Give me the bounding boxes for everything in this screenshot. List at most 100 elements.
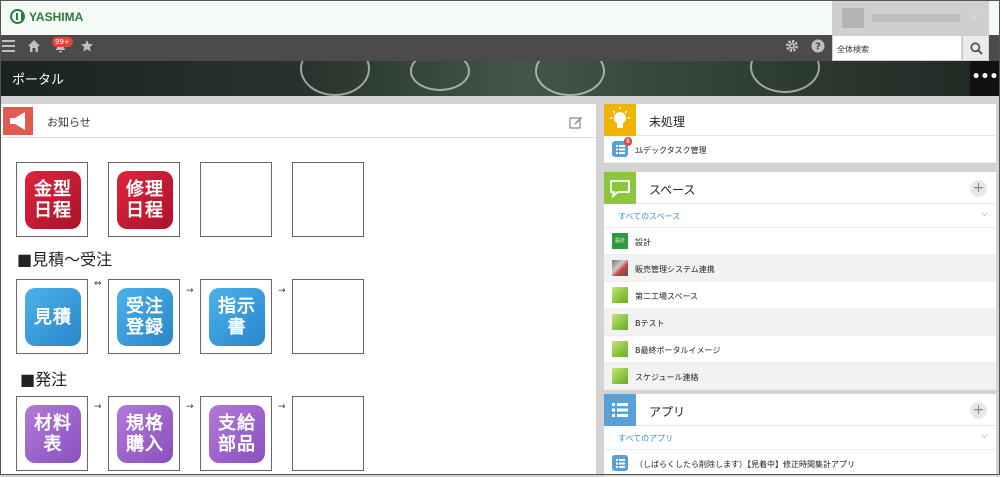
search-button[interactable] — [962, 35, 989, 61]
tile-label: 日程 — [126, 200, 164, 221]
repair-schedule-icon: 修理 日程 — [117, 171, 173, 229]
add-app-button[interactable]: + — [970, 402, 987, 419]
search-icon — [970, 42, 983, 55]
spaces-title: スペース — [649, 183, 696, 197]
more-menu-button[interactable]: ••• — [970, 61, 1000, 96]
space-icon: 設計 — [612, 233, 628, 249]
list-item[interactable]: B最終ポータルイメージ — [604, 336, 996, 363]
space-icon — [612, 287, 628, 303]
spaces-panel: スペース + すべてのスペース ⌵ 設計 設計 販売管理システム連携 第二工場ス… — [604, 172, 996, 390]
space-icon — [612, 260, 628, 276]
list-icon — [604, 394, 636, 426]
list-item-label: B最終ポータルイメージ — [635, 346, 721, 355]
tile-instruction-sheet[interactable]: 指示書 — [200, 279, 272, 354]
apps-header: アプリ + — [604, 394, 996, 426]
top-bar: YASHIMA ⌵ — [0, 0, 1000, 35]
all-spaces-link[interactable]: すべてのスペース ⌵ — [604, 204, 996, 228]
arrow: ⇔ — [94, 279, 102, 289]
tile-label: 修理 — [126, 179, 164, 200]
list-item-label: スケジュール連絡 — [635, 373, 699, 382]
tile-empty[interactable] — [200, 162, 272, 237]
unprocessed-panel: 未処理 8 ﾕﾑデックタスク管理 — [604, 104, 996, 163]
arrow: → — [278, 286, 286, 296]
section-estimate-heading: ■見積～受注 — [17, 250, 113, 269]
star-icon[interactable] — [80, 39, 94, 57]
tile-empty[interactable] — [292, 396, 364, 471]
arrow: → — [94, 402, 102, 412]
chevron-down-icon: ⌵ — [970, 9, 979, 22]
avatar — [842, 8, 864, 28]
arrow: → — [186, 286, 194, 296]
list-item[interactable]: （しばらくしたら削除します）【見着中】修正時間集計アプリ — [604, 450, 996, 477]
space-icon — [612, 314, 628, 330]
all-apps-label: すべてのアプリ — [618, 434, 674, 443]
right-column: 未処理 8 ﾕﾑデックタスク管理 スペース + すべてのスペース ⌵ 設計 設計 — [604, 104, 996, 477]
material-list-icon: 材料表 — [25, 405, 81, 463]
all-spaces-label: すべてのスペース — [618, 212, 681, 221]
user-menu[interactable]: ⌵ — [832, 0, 989, 35]
page-title: ポータル — [12, 73, 65, 88]
tile-label: 書 — [227, 317, 247, 338]
list-app-icon — [612, 455, 628, 471]
supplied-parts-icon: 支給 部品 — [209, 405, 265, 463]
all-apps-link[interactable]: すべてのアプリ ⌵ — [604, 426, 996, 450]
apps-title: アプリ — [649, 405, 686, 419]
notice-title: お知らせ — [47, 116, 91, 129]
list-item[interactable]: 販売管理システム連携 — [604, 255, 996, 282]
mold-schedule-icon: 金型 日程 — [25, 171, 81, 229]
tile-material-list[interactable]: 材料表 — [16, 396, 88, 471]
estimate-icon: 見積 — [25, 288, 81, 346]
chevron-down-icon[interactable]: ⌵ — [981, 209, 988, 219]
tile-label: 材料 — [34, 413, 72, 434]
list-item[interactable]: スケジュール連絡 — [604, 363, 996, 390]
order-entry-icon: 受注 登録 — [117, 288, 173, 346]
help-icon[interactable]: ? — [811, 39, 825, 57]
list-item[interactable]: 第二工場スペース — [604, 282, 996, 309]
company-logo[interactable]: YASHIMA — [10, 9, 83, 24]
list-item-label: 販売管理システム連携 — [635, 265, 715, 274]
lightbulb-icon — [604, 104, 636, 136]
tile-estimate[interactable]: 見積 — [16, 279, 88, 354]
unprocessed-header: 未処理 — [604, 104, 996, 136]
edit-icon[interactable] — [569, 114, 583, 133]
tile-label: 支給 — [218, 413, 256, 434]
tile-standard-purchase[interactable]: 規格 購入 — [108, 396, 180, 471]
tile-label: 表 — [43, 434, 63, 455]
portal-banner: ポータル ••• — [0, 61, 1000, 96]
gear-icon[interactable] — [785, 39, 799, 57]
banner-decoration — [410, 61, 470, 91]
standard-purchase-icon: 規格 購入 — [117, 405, 173, 463]
chevron-down-icon[interactable]: ⌵ — [981, 431, 988, 441]
instruction-sheet-icon: 指示書 — [209, 288, 265, 346]
svg-text:?: ? — [815, 42, 821, 53]
tile-order-entry[interactable]: 受注 登録 — [108, 279, 180, 354]
count-badge: 8 — [624, 137, 632, 146]
logo-text: YASHIMA — [29, 9, 84, 24]
tile-label: 金型 — [34, 179, 72, 200]
section-order-heading: ■発注 — [20, 370, 68, 389]
user-name-placeholder — [872, 14, 960, 22]
tile-label: 購入 — [126, 434, 164, 455]
list-item-label: （しばらくしたら削除します）【見着中】修正時間集計アプリ — [635, 460, 855, 469]
list-item[interactable]: 8 ﾕﾑデックタスク管理 — [604, 136, 996, 163]
tile-empty[interactable] — [292, 162, 364, 237]
search-input[interactable]: 全体検索 — [832, 35, 962, 61]
notice-panel: お知らせ 金型 日程 修理 日程 ■見積～受注 見積 ⇔ 受注 登録 → 指示書 → … — [0, 104, 596, 475]
add-space-button[interactable]: + — [970, 180, 987, 197]
list-item[interactable]: 設計 設計 — [604, 228, 996, 255]
tile-label: 指示 — [218, 296, 256, 317]
tile-supplied-parts[interactable]: 支給 部品 — [200, 396, 272, 471]
banner-decoration — [535, 61, 605, 96]
tile-repair-schedule[interactable]: 修理 日程 — [108, 162, 180, 237]
tile-label: 受注 — [126, 296, 164, 317]
list-item[interactable]: Bテスト — [604, 309, 996, 336]
menu-icon[interactable] — [2, 39, 15, 57]
home-icon[interactable] — [27, 39, 41, 57]
tile-empty[interactable] — [292, 279, 364, 354]
list-item-label: Bテスト — [635, 319, 665, 328]
megaphone-icon — [3, 107, 33, 135]
unprocessed-title: 未処理 — [649, 115, 686, 129]
spaces-header: スペース + — [604, 172, 996, 204]
tile-mold-schedule[interactable]: 金型 日程 — [16, 162, 88, 237]
notice-header: お知らせ — [0, 104, 596, 138]
